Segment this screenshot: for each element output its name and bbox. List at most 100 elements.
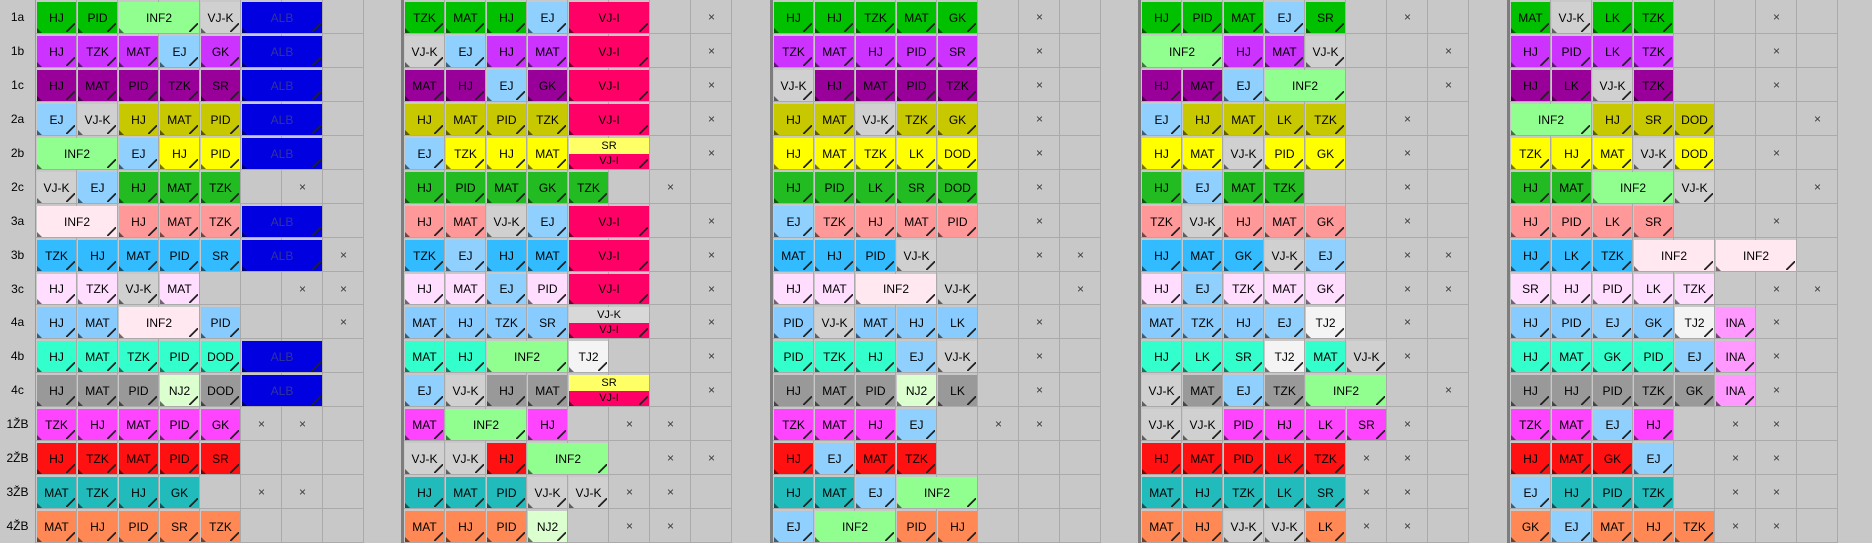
lesson-mat[interactable]: MAT xyxy=(446,274,485,304)
lesson-pid[interactable]: PID xyxy=(446,172,485,203)
timetable-slot[interactable] xyxy=(978,34,1019,68)
lesson-mat[interactable]: MAT xyxy=(119,240,158,271)
timetable-slot[interactable] xyxy=(1715,34,1756,68)
lesson-hj[interactable]: HJ xyxy=(37,274,76,304)
lesson-tzk[interactable]: TZK xyxy=(405,240,444,271)
timetable-slot[interactable] xyxy=(1346,204,1387,238)
lesson-hj[interactable]: HJ xyxy=(405,206,444,237)
lesson-vj-i[interactable]: VJ-I xyxy=(569,274,649,304)
timetable-slot[interactable] xyxy=(1797,509,1838,543)
timetable-slot[interactable] xyxy=(1346,170,1387,204)
lesson-vj-k[interactable]: VJ-K xyxy=(405,443,444,474)
lesson-hj[interactable]: HJ xyxy=(1142,2,1181,33)
lesson-hj[interactable]: HJ xyxy=(528,409,567,440)
lesson-mat[interactable]: MAT xyxy=(897,206,936,237)
lesson-tzk[interactable]: TZK xyxy=(1265,172,1304,203)
lesson-tzk[interactable]: TZK xyxy=(774,36,813,67)
lesson-lk[interactable]: LK xyxy=(1183,341,1222,372)
lesson-vj-k[interactable]: VJ-K xyxy=(1265,511,1304,542)
timetable-slot[interactable] xyxy=(978,475,1019,509)
lesson-ej[interactable]: EJ xyxy=(1593,409,1632,440)
timetable-slot[interactable] xyxy=(1797,204,1838,238)
lesson-vj-k[interactable]: VJ-K xyxy=(37,172,76,203)
lesson-mat[interactable]: MAT xyxy=(119,409,158,440)
lesson-ina[interactable]: INA xyxy=(1716,375,1755,406)
lesson-hj[interactable]: HJ xyxy=(487,375,526,406)
timetable-slot[interactable] xyxy=(1797,68,1838,102)
lesson-mat[interactable]: MAT xyxy=(1593,511,1632,542)
lesson-gk[interactable]: GK xyxy=(1511,511,1550,542)
lesson-tzk[interactable]: TZK xyxy=(37,240,76,271)
lesson-alb[interactable]: ALB xyxy=(242,2,322,33)
lesson-vj-i[interactable]: VJ-I xyxy=(569,240,649,271)
lesson-mat[interactable]: MAT xyxy=(405,511,444,542)
timetable-slot[interactable] xyxy=(323,475,364,509)
lesson-mat[interactable]: MAT xyxy=(1265,206,1304,237)
timetable-slot[interactable] xyxy=(1387,68,1428,102)
lesson-pid[interactable]: PID xyxy=(1552,307,1591,338)
lesson-gk[interactable]: GK xyxy=(938,104,977,135)
lesson-hj[interactable]: HJ xyxy=(487,240,526,271)
lesson-mat[interactable]: MAT xyxy=(160,206,199,237)
lesson-mat[interactable]: MAT xyxy=(119,36,158,67)
lesson-ej[interactable]: EJ xyxy=(405,375,444,406)
timetable-slot[interactable] xyxy=(1797,407,1838,441)
lesson-mat[interactable]: MAT xyxy=(78,70,117,101)
timetable-slot[interactable] xyxy=(1797,339,1838,373)
lesson-sr[interactable]: SR xyxy=(1306,477,1345,508)
lesson-mat[interactable]: MAT xyxy=(856,443,895,474)
lesson-dod[interactable]: DOD xyxy=(201,341,240,372)
timetable-slot[interactable] xyxy=(1019,509,1060,543)
timetable-slot[interactable] xyxy=(1674,34,1715,68)
lesson-hj[interactable]: HJ xyxy=(774,2,813,33)
lesson-tzk[interactable]: TZK xyxy=(160,70,199,101)
timetable-slot[interactable] xyxy=(323,170,364,204)
lesson-inf2[interactable]: INF2 xyxy=(119,307,199,338)
lesson-tzk[interactable]: TZK xyxy=(815,206,854,237)
lesson-tzk[interactable]: TZK xyxy=(1675,274,1714,304)
lesson-mat[interactable]: MAT xyxy=(160,172,199,203)
lesson-vj-k[interactable]: VJ-K xyxy=(446,375,485,406)
timetable-slot[interactable] xyxy=(650,238,691,272)
lesson-ej[interactable]: EJ xyxy=(1552,511,1591,542)
lesson-hj[interactable]: HJ xyxy=(37,36,76,67)
lesson-hj[interactable]: HJ xyxy=(1142,443,1181,474)
lesson-gk[interactable]: GK xyxy=(201,409,240,440)
timetable-slot[interactable] xyxy=(1428,339,1469,373)
lesson-gk[interactable]: GK xyxy=(160,477,199,508)
lesson-hj[interactable]: HJ xyxy=(487,2,526,33)
timetable-slot[interactable] xyxy=(1060,136,1101,170)
lesson-lk[interactable]: LK xyxy=(1265,443,1304,474)
lesson-mat[interactable]: MAT xyxy=(528,375,567,406)
lesson-mat[interactable]: MAT xyxy=(815,104,854,135)
lesson-tzk[interactable]: TZK xyxy=(1142,206,1181,237)
lesson-nj2[interactable]: NJ2 xyxy=(160,375,199,406)
lesson-hj[interactable]: HJ xyxy=(1634,409,1673,440)
timetable-slot[interactable] xyxy=(1060,34,1101,68)
lesson-vj-k[interactable]: VJ-K xyxy=(1634,138,1673,169)
lesson-vj-k[interactable]: VJ-K xyxy=(774,70,813,101)
lesson-mat[interactable]: MAT xyxy=(405,70,444,101)
lesson-mat[interactable]: MAT xyxy=(815,274,854,304)
timetable-slot[interactable] xyxy=(1715,102,1756,136)
lesson-vj-k[interactable]: VJ-K xyxy=(201,2,240,33)
lesson-pid[interactable]: PID xyxy=(201,307,240,338)
lesson-ej[interactable]: EJ xyxy=(160,36,199,67)
lesson-hj[interactable]: HJ xyxy=(856,341,895,372)
lesson-hj[interactable]: HJ xyxy=(78,409,117,440)
timetable-slot[interactable] xyxy=(1060,68,1101,102)
timetable-slot[interactable] xyxy=(1797,0,1838,34)
timetable-slot[interactable] xyxy=(1305,170,1346,204)
timetable-slot[interactable] xyxy=(691,509,732,543)
lesson-mat[interactable]: MAT xyxy=(446,2,485,33)
lesson-hj[interactable]: HJ xyxy=(1511,36,1550,67)
lesson-hj[interactable]: HJ xyxy=(405,172,444,203)
timetable-slot[interactable] xyxy=(691,475,732,509)
lesson-pid[interactable]: PID xyxy=(487,511,526,542)
lesson-tzk[interactable]: TZK xyxy=(1634,2,1673,33)
lesson-pid[interactable]: PID xyxy=(938,206,977,237)
lesson-mat[interactable]: MAT xyxy=(528,240,567,271)
timetable-slot[interactable] xyxy=(1674,475,1715,509)
lesson-mat[interactable]: MAT xyxy=(405,409,444,440)
timetable-slot[interactable] xyxy=(937,441,978,475)
